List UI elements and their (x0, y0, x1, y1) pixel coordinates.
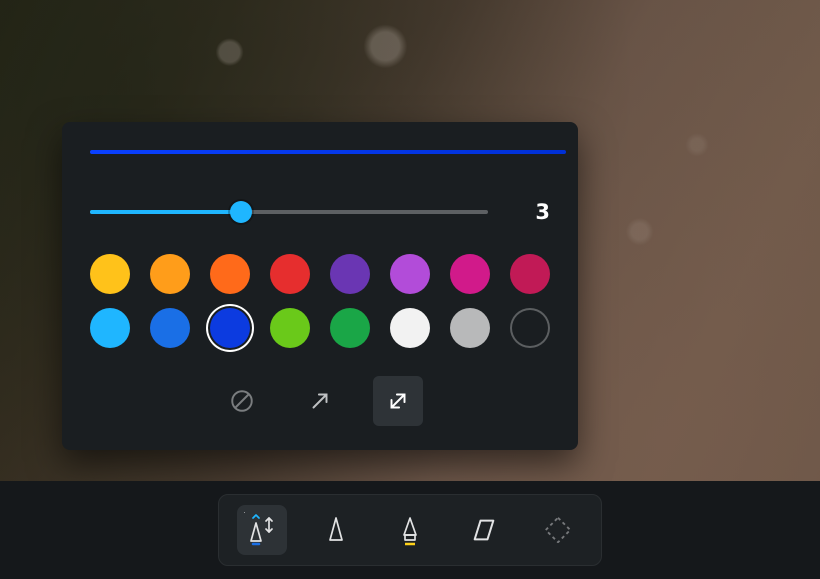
markup-toolbar (0, 481, 820, 579)
color-swatch-green[interactable] (330, 308, 370, 348)
slider-fill (90, 210, 241, 214)
arrow-up-right-icon (307, 388, 333, 414)
tool-shape[interactable] (533, 505, 583, 555)
color-swatch-royal-blue[interactable] (210, 308, 250, 348)
thickness-value: 3 (520, 200, 550, 224)
pen-icon (321, 513, 351, 547)
color-swatch-white[interactable] (390, 308, 430, 348)
color-swatch-none[interactable] (510, 308, 550, 348)
color-swatch-yellow[interactable] (90, 254, 130, 294)
eraser-icon (470, 516, 498, 544)
color-swatch-violet[interactable] (390, 254, 430, 294)
tool-highlighter[interactable] (385, 505, 435, 555)
slider-thumb[interactable] (230, 201, 252, 223)
double-arrow-icon (385, 388, 411, 414)
color-swatch-red[interactable] (270, 254, 310, 294)
color-swatch-purple[interactable] (330, 254, 370, 294)
color-swatch-lime[interactable] (270, 308, 310, 348)
no-symbol-icon (229, 388, 255, 414)
color-palette (90, 254, 550, 348)
pen-arrow-icon (244, 512, 280, 548)
arrow-style-single[interactable] (295, 376, 345, 426)
thickness-row: 3 (90, 200, 550, 224)
color-swatch-amber[interactable] (150, 254, 190, 294)
tool-settings-panel: 3 (62, 122, 578, 450)
color-swatch-blue[interactable] (150, 308, 190, 348)
thickness-slider[interactable] (90, 202, 488, 222)
toolbar-tools (218, 494, 602, 566)
tool-eraser[interactable] (459, 505, 509, 555)
color-swatch-crimson[interactable] (510, 254, 550, 294)
highlighter-icon (395, 513, 425, 547)
color-swatch-sky[interactable] (90, 308, 130, 348)
color-swatch-gray[interactable] (450, 308, 490, 348)
arrow-style-double[interactable] (373, 376, 423, 426)
tool-pen[interactable] (311, 505, 361, 555)
tool-pen-arrow[interactable] (237, 505, 287, 555)
shape-icon (545, 517, 571, 543)
arrow-style-none[interactable] (217, 376, 267, 426)
stroke-preview (90, 150, 566, 154)
arrow-style-row (90, 376, 550, 426)
color-swatch-orange[interactable] (210, 254, 250, 294)
color-swatch-magenta[interactable] (450, 254, 490, 294)
